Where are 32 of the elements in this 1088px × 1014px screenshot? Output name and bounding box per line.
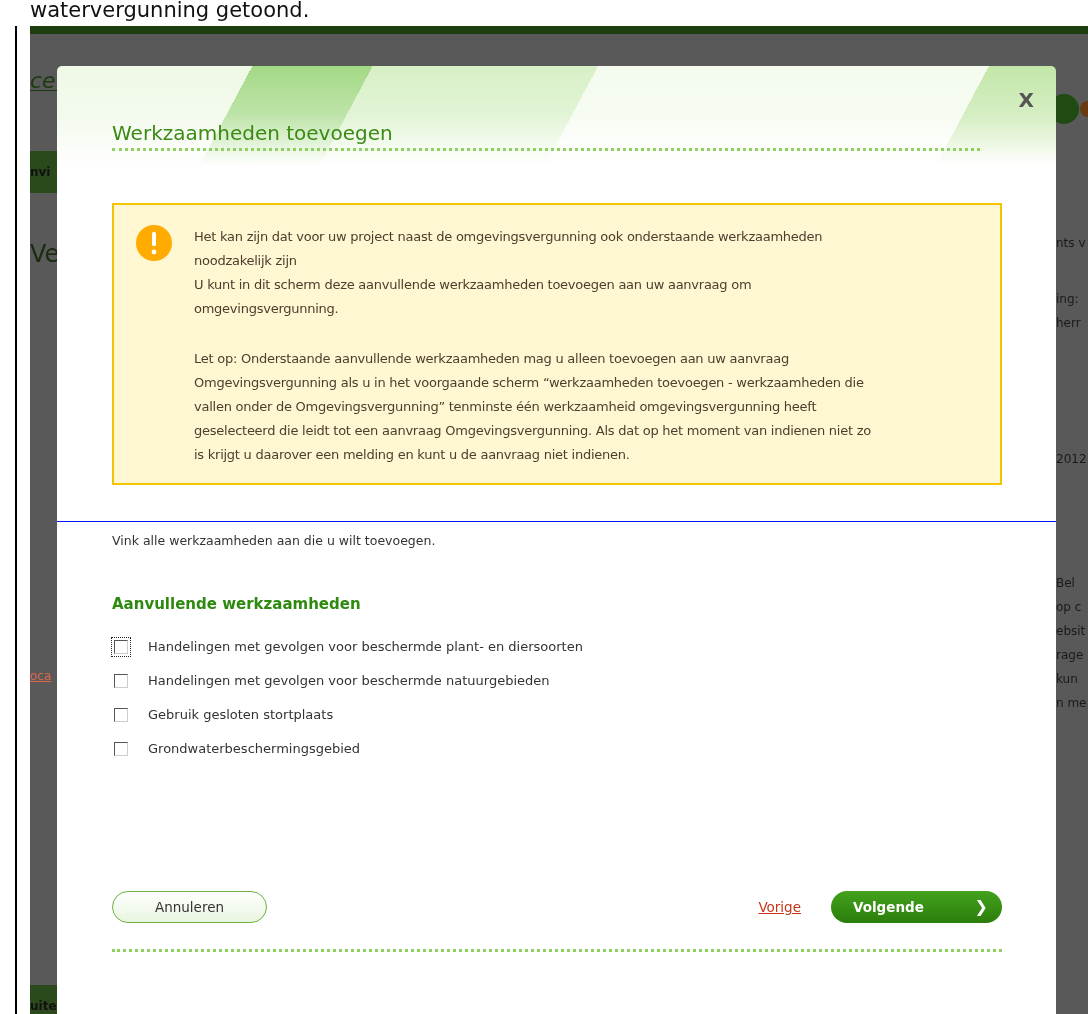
page-text: 2012 bbox=[1056, 451, 1088, 468]
option-label: Handelingen met gevolgen voor beschermde natuurgebieden bbox=[148, 672, 550, 691]
page-text: Bel bbox=[1056, 575, 1076, 592]
option-label: Handelingen met gevolgen voor beschermde plant- en diersoorten bbox=[148, 638, 583, 657]
chevron-icon: ❯ bbox=[974, 895, 988, 920]
previous-link[interactable]: Vorige bbox=[758, 897, 801, 918]
option-label: Grondwaterbeschermingsgebied bbox=[148, 740, 361, 759]
section-title: Aanvullende werkzaamheden bbox=[112, 593, 362, 615]
page-text: herr bbox=[1056, 315, 1082, 332]
page-text: nts v bbox=[1056, 235, 1087, 252]
dialog-title: Werkzaamheden toevoegen bbox=[112, 120, 394, 147]
nav-text: nvi bbox=[30, 151, 57, 193]
page-text: rage bbox=[1056, 647, 1085, 664]
checkbox[interactable] bbox=[114, 742, 128, 757]
close-button[interactable]: X bbox=[1018, 88, 1034, 112]
warning-text: Het kan zijn dat voor uw project naast de omgevingsvergunning ook onderstaande werkzaamheden noodzakelijk zijn bbox=[194, 228, 824, 270]
page-text: op c bbox=[1056, 599, 1083, 616]
next-button[interactable]: Volgende ❯ bbox=[831, 891, 1002, 924]
page-text: kun bbox=[1056, 671, 1079, 688]
page-text: n me bbox=[1056, 695, 1088, 712]
warning-icon bbox=[136, 225, 172, 261]
page-heading: watervergunning getoond. bbox=[29, 0, 311, 24]
warning-text: U kunt in dit scherm deze aanvullende werkzaamheden toevoegen aan uw aanvraag om omgevingsvergunning. bbox=[194, 276, 753, 318]
option-label: Gebruik gesloten stortplaats bbox=[148, 706, 334, 725]
checkbox[interactable] bbox=[114, 708, 128, 723]
instruction-text: Vink alle werkzaamheden aan die u wilt toevoegen. bbox=[112, 532, 437, 550]
page-text: ebsit bbox=[1056, 623, 1087, 640]
checkbox[interactable] bbox=[114, 674, 128, 689]
warning-text: Let op: Onderstaande aanvullende werkzaamheden mag u alleen toevoegen aan uw aanvraag Omgevingsvergunning als u in het voorgaande scherm “werkzaamheden toevoegen - werkzaamheden die vallen onder de Omgevingsvergunning” tenminste één werkzaamheid omgevingsvergunning heeft geselecteerd die leidt tot een aanvraag Omgevingsvergunning. Als dat op het moment van indienen niet zo is krijgt u daarover een melding en kunt u de aanvraag niet indienen. bbox=[194, 350, 872, 464]
nav-text: uite bbox=[30, 985, 57, 1014]
cancel-button[interactable]: Annuleren bbox=[112, 891, 267, 924]
page-text: ing: bbox=[1056, 291, 1080, 308]
